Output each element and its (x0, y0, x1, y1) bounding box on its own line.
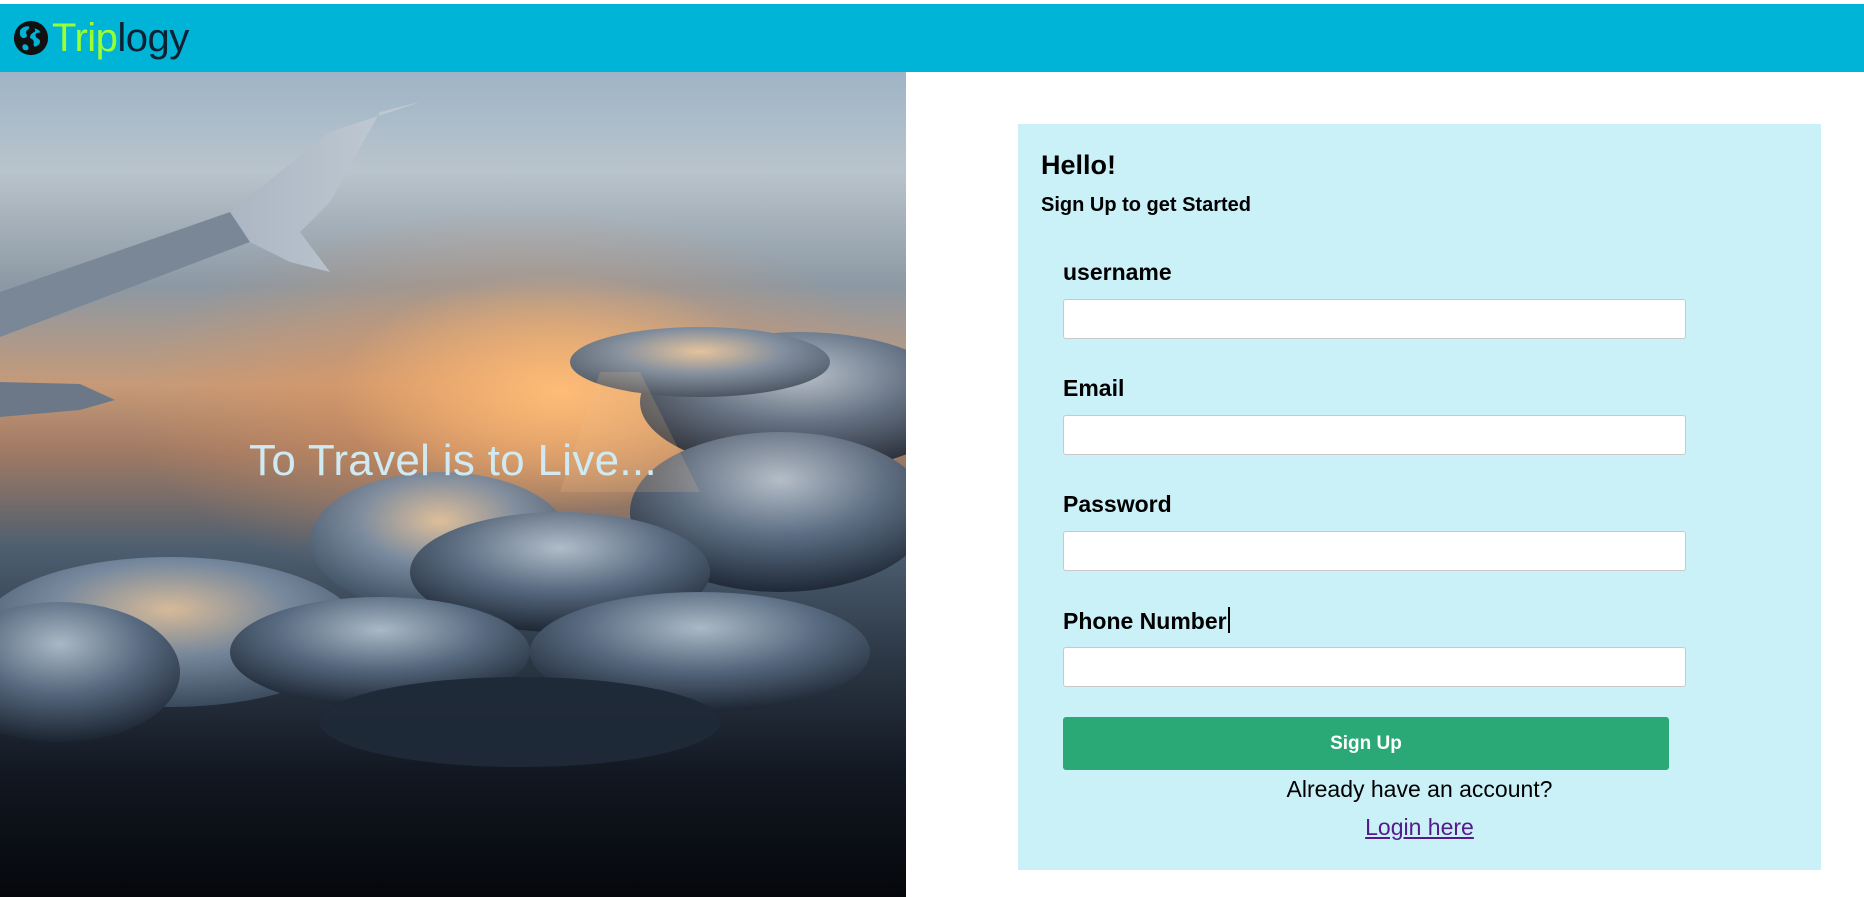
password-input[interactable] (1063, 531, 1686, 571)
logo-text-trip: Trip (52, 16, 118, 60)
hero-tagline: To Travel is to Live... (249, 436, 657, 485)
login-here-link[interactable]: Login here (1365, 814, 1474, 840)
top-nav-bar: Triplogy (0, 4, 1864, 72)
logo-text: Triplogy (52, 18, 189, 58)
signup-card: Hello! Sign Up to get Started username E… (1018, 124, 1821, 870)
hero-image: To Travel is to Live... (0, 72, 906, 897)
already-have-account-text: Already have an account? (1286, 776, 1553, 802)
greeting-heading: Hello! (1041, 150, 1117, 180)
password-label: Password (1063, 491, 1172, 517)
phone-number-input[interactable] (1063, 647, 1686, 687)
globe-icon (13, 20, 49, 56)
text-caret (1227, 607, 1230, 633)
sign-up-button[interactable]: Sign Up (1063, 717, 1669, 770)
phone-number-label: Phone Number (1063, 608, 1227, 634)
airplane-wing (0, 102, 420, 417)
phone-number-label-wrap: Phone Number (1063, 607, 1230, 635)
cloud-layer (0, 327, 906, 767)
signup-subtitle: Sign Up to get Started (1041, 194, 1251, 216)
login-link-wrap: Login here (1018, 814, 1821, 841)
logo-text-logy: logy (117, 16, 189, 60)
brand-logo[interactable]: Triplogy (12, 4, 189, 72)
email-input[interactable] (1063, 415, 1686, 455)
username-input[interactable] (1063, 299, 1686, 339)
username-label: username (1063, 259, 1172, 285)
email-label: Email (1063, 375, 1125, 401)
